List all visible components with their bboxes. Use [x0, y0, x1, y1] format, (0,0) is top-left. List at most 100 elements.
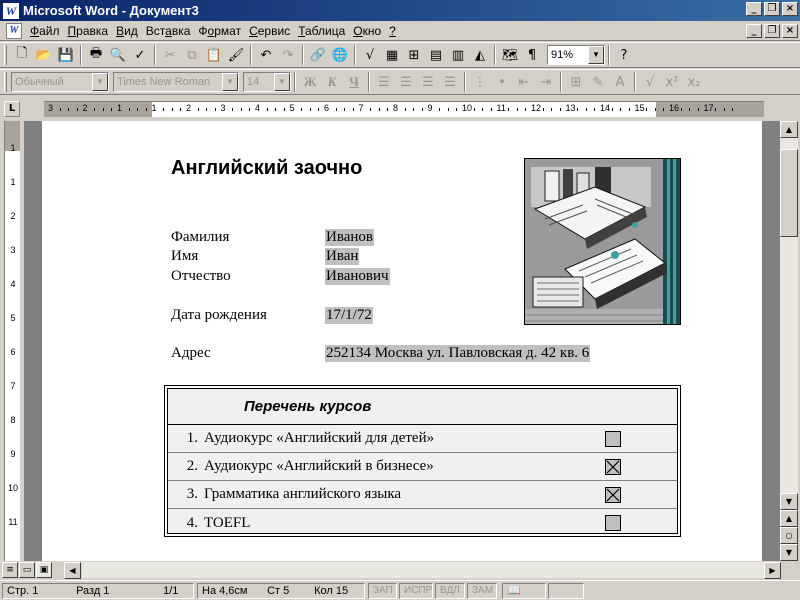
ruler-strip[interactable]: 3 2 1 1 2 3 4 5 6 7 8 9 10 11 12 13 14 15 16 17 [44, 101, 764, 117]
style-select[interactable]: Обычный ▼ [11, 72, 109, 92]
scroll-right-icon[interactable]: ▶ [764, 562, 781, 579]
align-center-icon[interactable]: ☰ [395, 71, 417, 93]
doc-restore-button[interactable]: ❐ [764, 24, 780, 38]
menu-table[interactable]: Таблица [298, 24, 345, 38]
subscript-icon[interactable]: x₂ [683, 71, 705, 93]
drawing-icon[interactable]: ◭ [469, 44, 491, 66]
menu-help[interactable]: ? [389, 24, 396, 38]
page-layout-view-icon[interactable]: ▣ [36, 562, 52, 578]
toolbar-grip-2[interactable] [4, 72, 7, 92]
doc-minimize-button[interactable]: _ [746, 24, 762, 38]
font-dropdown-icon[interactable]: ▼ [222, 73, 238, 91]
numbering-icon[interactable]: ⋮ [469, 71, 491, 93]
insert-excel-icon[interactable]: ▤ [425, 44, 447, 66]
font-size-select[interactable]: 14 ▼ [243, 72, 291, 92]
align-left-icon[interactable]: ☰ [373, 71, 395, 93]
document-icon[interactable]: W [6, 22, 22, 39]
spelling-icon[interactable]: ✓ [129, 44, 151, 66]
vertical-scroll-thumb[interactable] [780, 149, 798, 237]
doc-close-button[interactable]: × [782, 24, 798, 38]
course-checkbox[interactable] [605, 459, 621, 475]
word-app-icon[interactable]: W [3, 2, 19, 19]
address-field[interactable]: 252134 Москва ул. Павловская д. 42 кв. 6 [325, 345, 591, 362]
print-preview-icon[interactable]: 🔍 [107, 44, 129, 66]
status-track-changes[interactable]: ИСПР [399, 583, 433, 599]
first-name-field[interactable]: Иван [325, 248, 360, 265]
underline-icon[interactable]: Ч [343, 71, 365, 93]
format-painter-icon[interactable]: 🖌 [225, 44, 247, 66]
insert-table-icon[interactable]: ⊞ [403, 44, 425, 66]
patronymic-field[interactable]: Иванович [325, 268, 390, 285]
birth-date-field[interactable]: 17/1/72 [325, 307, 373, 324]
print-icon[interactable]: 🖶 [85, 44, 107, 66]
superscript-icon[interactable]: x² [661, 71, 683, 93]
select-browse-object-icon[interactable]: ○ [780, 527, 798, 544]
scroll-left-icon[interactable]: ◀ [64, 562, 81, 579]
menu-window[interactable]: Окно [353, 24, 381, 38]
borders-icon[interactable]: ⊞ [565, 71, 587, 93]
status-record-macro[interactable]: ЗАП [368, 583, 397, 599]
redo-icon[interactable]: ↷ [277, 44, 299, 66]
new-document-icon[interactable]: 🗋 [11, 44, 33, 66]
show-formatting-icon[interactable]: ¶ [521, 44, 543, 66]
normal-view-icon[interactable]: ≡ [2, 562, 18, 578]
maximize-button[interactable]: ❐ [764, 2, 780, 16]
status-overtype[interactable]: ЗАМ [467, 583, 497, 599]
hyperlink-icon[interactable]: 🔗 [307, 44, 329, 66]
font-select[interactable]: Times New Roman ▼ [113, 72, 239, 92]
menu-format[interactable]: Формат [198, 24, 241, 38]
vertical-ruler[interactable]: 1 1 2 3 4 5 6 7 8 9 10 11 [4, 121, 20, 561]
align-right-icon[interactable]: ☰ [417, 71, 439, 93]
tab-selector[interactable]: L [4, 101, 20, 117]
italic-icon[interactable]: К [321, 71, 343, 93]
next-page-icon[interactable]: ▼ [780, 544, 798, 561]
copy-icon[interactable]: ⧉ [181, 44, 203, 66]
close-button[interactable]: × [782, 2, 798, 16]
equation-icon[interactable]: √ [639, 71, 661, 93]
vertical-scrollbar[interactable]: ▲ ▼ ▲ ○ ▼ [780, 121, 798, 561]
last-name-field[interactable]: Иванов [325, 229, 374, 246]
previous-page-icon[interactable]: ▲ [780, 510, 798, 527]
horizontal-scroll-track[interactable] [82, 562, 764, 578]
course-checkbox[interactable] [605, 431, 621, 447]
web-toolbar-icon[interactable]: 🌐 [329, 44, 351, 66]
scroll-up-icon[interactable]: ▲ [780, 121, 798, 138]
formula-icon[interactable]: √ [359, 44, 381, 66]
web-layout-view-icon[interactable]: ▭ [19, 562, 35, 578]
justify-icon[interactable]: ☰ [439, 71, 461, 93]
status-extend[interactable]: ВДЛ [435, 583, 465, 599]
bullets-icon[interactable]: • [491, 71, 513, 93]
bold-icon[interactable]: Ж [299, 71, 321, 93]
books-clipart-image[interactable] [524, 158, 681, 325]
open-folder-icon[interactable]: 📂 [33, 44, 55, 66]
columns-icon[interactable]: ▥ [447, 44, 469, 66]
menu-insert[interactable]: Вставка [146, 24, 191, 38]
zoom-dropdown-icon[interactable]: ▼ [588, 46, 604, 64]
spelling-status-icon[interactable]: 📖 [502, 583, 546, 599]
minimize-button[interactable]: _ [746, 2, 762, 16]
zoom-select[interactable]: 91% ▼ [547, 45, 605, 65]
scroll-down-icon[interactable]: ▼ [780, 493, 798, 510]
paste-icon[interactable]: 📋 [203, 44, 225, 66]
toolbar-grip[interactable] [4, 45, 7, 65]
help-icon[interactable]: ? [613, 44, 635, 66]
menu-file[interactable]: Файл [30, 24, 60, 38]
course-checkbox[interactable] [605, 487, 621, 503]
decrease-indent-icon[interactable]: ⇤ [513, 71, 535, 93]
ruler-label: 2 [186, 103, 192, 113]
menu-tools[interactable]: Сервис [249, 24, 290, 38]
style-dropdown-icon[interactable]: ▼ [92, 73, 108, 91]
increase-indent-icon[interactable]: ⇥ [535, 71, 557, 93]
menu-view[interactable]: Вид [116, 24, 138, 38]
document-page[interactable]: Английский заочно Фамилия Иванов Имя Ива… [42, 121, 762, 561]
undo-icon[interactable]: ↶ [255, 44, 277, 66]
cut-icon[interactable]: ✂ [159, 44, 181, 66]
document-map-icon[interactable]: 🗺 [499, 44, 521, 66]
highlight-icon[interactable]: ✎ [587, 71, 609, 93]
save-icon[interactable]: 💾 [55, 44, 77, 66]
menu-edit[interactable]: Правка [68, 24, 109, 38]
tables-borders-icon[interactable]: ▦ [381, 44, 403, 66]
course-checkbox[interactable] [605, 515, 621, 531]
font-size-dropdown-icon[interactable]: ▼ [274, 73, 290, 91]
font-color-icon[interactable]: A [609, 71, 631, 93]
